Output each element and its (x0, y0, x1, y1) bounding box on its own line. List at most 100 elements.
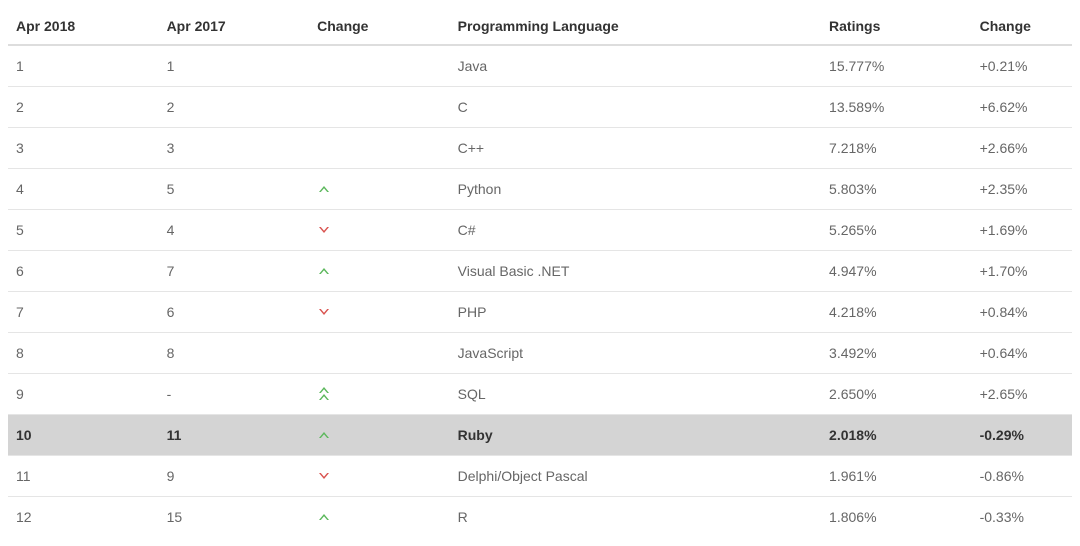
cell-apr2018: 6 (8, 251, 159, 292)
cell-ratings: 4.218% (821, 292, 972, 333)
ranking-table: Apr 2018 Apr 2017 Change Programming Lan… (8, 8, 1072, 537)
chevron-down-icon (317, 471, 331, 481)
table-row: 76 PHP4.218%+0.84% (8, 292, 1072, 333)
cell-apr2017: - (159, 374, 310, 415)
cell-change-icon (309, 333, 450, 374)
cell-change-icon (309, 456, 450, 497)
table-row: 45 Python5.803%+2.35% (8, 169, 1072, 210)
cell-apr2017: 7 (159, 251, 310, 292)
chevron-up-icon (317, 266, 331, 276)
table-row: 67 Visual Basic .NET4.947%+1.70% (8, 251, 1072, 292)
cell-ratings: 3.492% (821, 333, 972, 374)
cell-change-pct: +0.84% (972, 292, 1072, 333)
table-row: 54 C#5.265%+1.69% (8, 210, 1072, 251)
cell-apr2018: 4 (8, 169, 159, 210)
cell-change-pct: +1.70% (972, 251, 1072, 292)
header-row: Apr 2018 Apr 2017 Change Programming Lan… (8, 8, 1072, 45)
cell-change-icon (309, 128, 450, 169)
cell-change-pct: +6.62% (972, 87, 1072, 128)
cell-change-icon (309, 210, 450, 251)
cell-language: Python (450, 169, 821, 210)
cell-apr2017: 6 (159, 292, 310, 333)
cell-apr2018: 5 (8, 210, 159, 251)
cell-apr2017: 9 (159, 456, 310, 497)
chevron-up-icon (317, 430, 331, 440)
cell-apr2018: 12 (8, 497, 159, 538)
cell-ratings: 13.589% (821, 87, 972, 128)
chevron-down-icon (317, 307, 331, 317)
cell-apr2018: 9 (8, 374, 159, 415)
table-row: 88 JavaScript3.492%+0.64% (8, 333, 1072, 374)
cell-change-pct: +2.65% (972, 374, 1072, 415)
cell-change-icon (309, 87, 450, 128)
cell-language: SQL (450, 374, 821, 415)
cell-change-pct: +0.64% (972, 333, 1072, 374)
cell-apr2017: 3 (159, 128, 310, 169)
cell-change-pct: +0.21% (972, 45, 1072, 87)
cell-apr2018: 11 (8, 456, 159, 497)
table-row: 9- SQL2.650%+2.65% (8, 374, 1072, 415)
cell-language: JavaScript (450, 333, 821, 374)
cell-ratings: 15.777% (821, 45, 972, 87)
cell-language: Visual Basic .NET (450, 251, 821, 292)
cell-ratings: 7.218% (821, 128, 972, 169)
chevron-up-icon (317, 512, 331, 522)
chevron-up-icon (317, 184, 331, 194)
cell-language: PHP (450, 292, 821, 333)
cell-change-pct: +2.35% (972, 169, 1072, 210)
cell-apr2018: 1 (8, 45, 159, 87)
cell-ratings: 5.803% (821, 169, 972, 210)
cell-change-icon (309, 169, 450, 210)
cell-apr2017: 1 (159, 45, 310, 87)
col-header-apr2018: Apr 2018 (8, 8, 159, 45)
cell-apr2017: 11 (159, 415, 310, 456)
table-row: 22 C13.589%+6.62% (8, 87, 1072, 128)
col-header-apr2017: Apr 2017 (159, 8, 310, 45)
cell-apr2018: 10 (8, 415, 159, 456)
table-row: 33 C++7.218%+2.66% (8, 128, 1072, 169)
chevron-down-icon (317, 225, 331, 235)
col-header-change-pct: Change (972, 8, 1072, 45)
cell-change-icon (309, 415, 450, 456)
cell-apr2017: 5 (159, 169, 310, 210)
col-header-ratings: Ratings (821, 8, 972, 45)
cell-change-icon (309, 374, 450, 415)
cell-change-pct: +1.69% (972, 210, 1072, 251)
cell-change-pct: -0.29% (972, 415, 1072, 456)
cell-ratings: 1.961% (821, 456, 972, 497)
cell-change-icon (309, 497, 450, 538)
cell-ratings: 4.947% (821, 251, 972, 292)
cell-apr2018: 7 (8, 292, 159, 333)
cell-ratings: 2.650% (821, 374, 972, 415)
cell-apr2017: 2 (159, 87, 310, 128)
cell-ratings: 5.265% (821, 210, 972, 251)
cell-change-pct: -0.33% (972, 497, 1072, 538)
cell-change-pct: +2.66% (972, 128, 1072, 169)
table-row: 1215 R1.806%-0.33% (8, 497, 1072, 538)
cell-change-icon (309, 251, 450, 292)
double-chevron-up-icon (317, 386, 331, 402)
table-row: 11 Java15.777%+0.21% (8, 45, 1072, 87)
table-row: 119 Delphi/Object Pascal1.961%-0.86% (8, 456, 1072, 497)
cell-language: Delphi/Object Pascal (450, 456, 821, 497)
cell-ratings: 1.806% (821, 497, 972, 538)
cell-apr2018: 2 (8, 87, 159, 128)
cell-language: Java (450, 45, 821, 87)
cell-apr2017: 8 (159, 333, 310, 374)
cell-language: C++ (450, 128, 821, 169)
cell-apr2018: 8 (8, 333, 159, 374)
cell-language: Ruby (450, 415, 821, 456)
cell-ratings: 2.018% (821, 415, 972, 456)
table-row: 1011 Ruby2.018%-0.29% (8, 415, 1072, 456)
cell-language: C (450, 87, 821, 128)
col-header-change-icon: Change (309, 8, 450, 45)
cell-apr2017: 4 (159, 210, 310, 251)
cell-language: C# (450, 210, 821, 251)
col-header-language: Programming Language (450, 8, 821, 45)
cell-apr2018: 3 (8, 128, 159, 169)
cell-apr2017: 15 (159, 497, 310, 538)
cell-change-icon (309, 45, 450, 87)
cell-change-icon (309, 292, 450, 333)
cell-language: R (450, 497, 821, 538)
cell-change-pct: -0.86% (972, 456, 1072, 497)
